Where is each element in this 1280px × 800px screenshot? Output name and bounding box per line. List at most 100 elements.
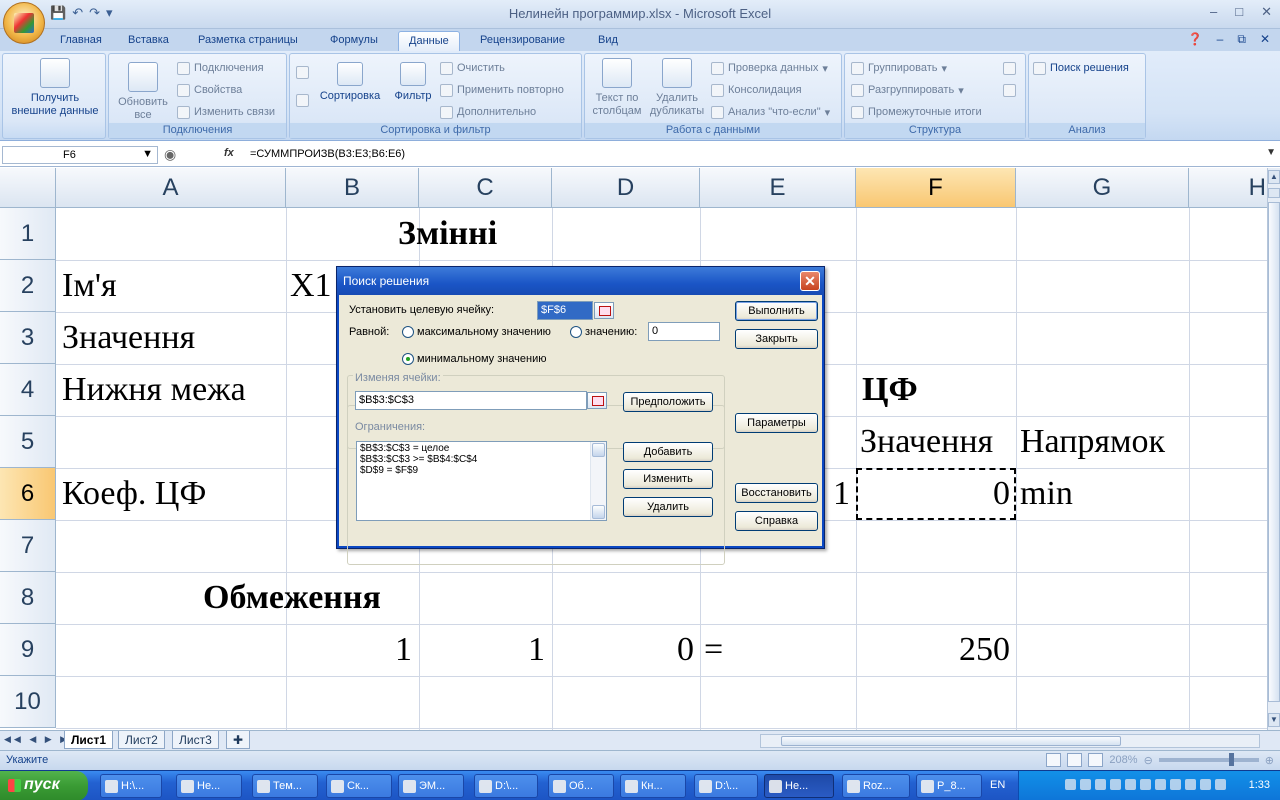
remove-duplicates-button[interactable]: Удалить дубликаты: [647, 58, 707, 118]
solve-button[interactable]: Выполнить: [735, 301, 818, 321]
zoom-slider-handle[interactable]: [1228, 753, 1234, 766]
row-header-9[interactable]: 9: [0, 624, 56, 676]
column-header-a[interactable]: A: [56, 168, 286, 208]
cell-d9[interactable]: 0: [552, 624, 694, 676]
max-value-label[interactable]: максимальному значению: [417, 326, 551, 338]
value-of-label[interactable]: значению:: [585, 326, 637, 338]
scroll-up-icon[interactable]: [592, 443, 605, 457]
sheet-tab-2[interactable]: Лист2: [118, 731, 165, 749]
refresh-all-button[interactable]: Обновить все: [113, 62, 173, 122]
value-of-input[interactable]: 0: [648, 322, 720, 341]
list-item[interactable]: $D$9 = $F$9: [360, 465, 603, 476]
cell-b1[interactable]: Змінні: [398, 208, 497, 260]
minimize-workbook-icon[interactable]: –: [1217, 32, 1224, 47]
taskbar-item[interactable]: Тем...: [252, 774, 318, 798]
text-to-columns-button[interactable]: Текст по столбцам: [587, 58, 647, 118]
tray-app-icon[interactable]: [1095, 779, 1106, 790]
list-item[interactable]: $B$3:$C$3 = целое: [360, 443, 603, 454]
tab-page-layout[interactable]: Разметка страницы: [188, 31, 308, 51]
target-cell-input[interactable]: $F$6: [537, 301, 593, 320]
scroll-down-icon[interactable]: [592, 505, 605, 519]
cell-f9[interactable]: 250: [856, 624, 1010, 676]
column-header-b[interactable]: B: [286, 168, 419, 208]
tab-review[interactable]: Рецензирование: [470, 31, 575, 51]
tray-app-icon[interactable]: [1065, 779, 1076, 790]
show-detail-button[interactable]: [1003, 60, 1016, 76]
split-handle[interactable]: [1268, 188, 1280, 198]
row-header-3[interactable]: 3: [0, 312, 56, 364]
horizontal-scroll-thumb[interactable]: [781, 736, 1121, 746]
row-header-6[interactable]: 6: [0, 468, 56, 520]
options-button[interactable]: Параметры: [735, 413, 818, 433]
list-item[interactable]: $B$3:$C$3 >= $B$4:$C$4: [360, 454, 603, 465]
taskbar-item[interactable]: D:\...: [474, 774, 538, 798]
tab-insert[interactable]: Вставка: [118, 31, 179, 51]
reset-all-button[interactable]: Восстановить: [735, 483, 818, 503]
hide-detail-button[interactable]: [1003, 82, 1016, 98]
solver-button[interactable]: Поиск решения: [1033, 60, 1129, 76]
group-button[interactable]: Группировать ▾: [851, 60, 947, 76]
help-button[interactable]: Справка: [735, 511, 818, 531]
close-button[interactable]: Закрыть: [735, 329, 818, 349]
row-header-1[interactable]: 1: [0, 208, 56, 260]
close-icon[interactable]: ✕: [1261, 4, 1272, 20]
taskbar-item[interactable]: Не...: [176, 774, 242, 798]
min-value-radio[interactable]: [402, 353, 414, 365]
cell-b9[interactable]: 1: [286, 624, 412, 676]
constraints-list[interactable]: $B$3:$C$3 = целое $B$3:$C$3 >= $B$4:$C$4…: [356, 441, 607, 521]
row-header-8[interactable]: 8: [0, 572, 56, 624]
what-if-button[interactable]: Анализ "что-если" ▾: [711, 104, 830, 120]
tray-app-icon[interactable]: [1125, 779, 1136, 790]
taskbar-item[interactable]: Кн...: [620, 774, 686, 798]
cell-f4[interactable]: ЦФ: [862, 364, 918, 416]
help-icon[interactable]: ❓: [1188, 32, 1203, 47]
cell-a4[interactable]: Нижня межа: [62, 364, 246, 416]
cell-a3[interactable]: Значення: [62, 312, 195, 364]
row-header-2[interactable]: 2: [0, 260, 56, 312]
zoom-out-icon[interactable]: ⊖: [1144, 754, 1153, 767]
column-header-e[interactable]: E: [700, 168, 856, 208]
dialog-title-bar[interactable]: Поиск решения ✕: [337, 267, 824, 295]
taskbar-item[interactable]: Roz...: [842, 774, 910, 798]
column-header-f[interactable]: F: [856, 168, 1016, 208]
sort-za-button[interactable]: [296, 92, 309, 108]
cell-f5[interactable]: Значення: [860, 416, 993, 468]
tray-app-icon[interactable]: [1110, 779, 1121, 790]
chevron-down-icon[interactable]: ▼: [142, 148, 153, 160]
close-workbook-icon[interactable]: ✕: [1260, 32, 1270, 47]
taskbar-item[interactable]: Ск...: [326, 774, 392, 798]
collapse-dialog-icon[interactable]: [587, 392, 607, 409]
insert-sheet-icon[interactable]: ✚: [226, 731, 250, 749]
sort-az-button[interactable]: [296, 64, 309, 80]
guess-button[interactable]: Предположить: [623, 392, 713, 412]
row-header-5[interactable]: 5: [0, 416, 56, 468]
taskbar-item[interactable]: P_8...: [916, 774, 982, 798]
min-value-label[interactable]: минимальному значению: [417, 353, 547, 365]
cell-b2[interactable]: X1: [290, 260, 332, 312]
network-icon[interactable]: [1215, 779, 1226, 790]
tray-app-icon[interactable]: [1140, 779, 1151, 790]
value-of-radio[interactable]: [570, 326, 582, 338]
add-constraint-button[interactable]: Добавить: [623, 442, 713, 462]
close-icon[interactable]: ✕: [800, 271, 820, 291]
properties-button[interactable]: Свойства: [177, 82, 242, 98]
cell-c9[interactable]: 1: [419, 624, 545, 676]
clear-button[interactable]: Очистить: [440, 60, 505, 76]
cell-a6[interactable]: Коеф. ЦФ: [62, 468, 206, 520]
change-constraint-button[interactable]: Изменить: [623, 469, 713, 489]
taskbar-item[interactable]: Об...: [548, 774, 614, 798]
taskbar-item[interactable]: ЭМ...: [398, 774, 464, 798]
row-header-10[interactable]: 10: [0, 676, 56, 728]
column-header-g[interactable]: G: [1016, 168, 1189, 208]
office-button[interactable]: [3, 2, 45, 44]
connections-button[interactable]: Подключения: [177, 60, 264, 76]
page-layout-view-icon[interactable]: [1067, 753, 1083, 767]
filter-button[interactable]: Фильтр: [390, 62, 436, 103]
scroll-thumb[interactable]: [1268, 202, 1280, 702]
reapply-button[interactable]: Применить повторно: [440, 82, 564, 98]
tab-view[interactable]: Вид: [588, 31, 628, 51]
tray-app-icon[interactable]: [1200, 779, 1211, 790]
column-header-h[interactable]: H: [1189, 168, 1267, 208]
zoom-level[interactable]: 208%: [1109, 754, 1137, 766]
cancel-entry-icon[interactable]: ◉: [164, 146, 176, 163]
